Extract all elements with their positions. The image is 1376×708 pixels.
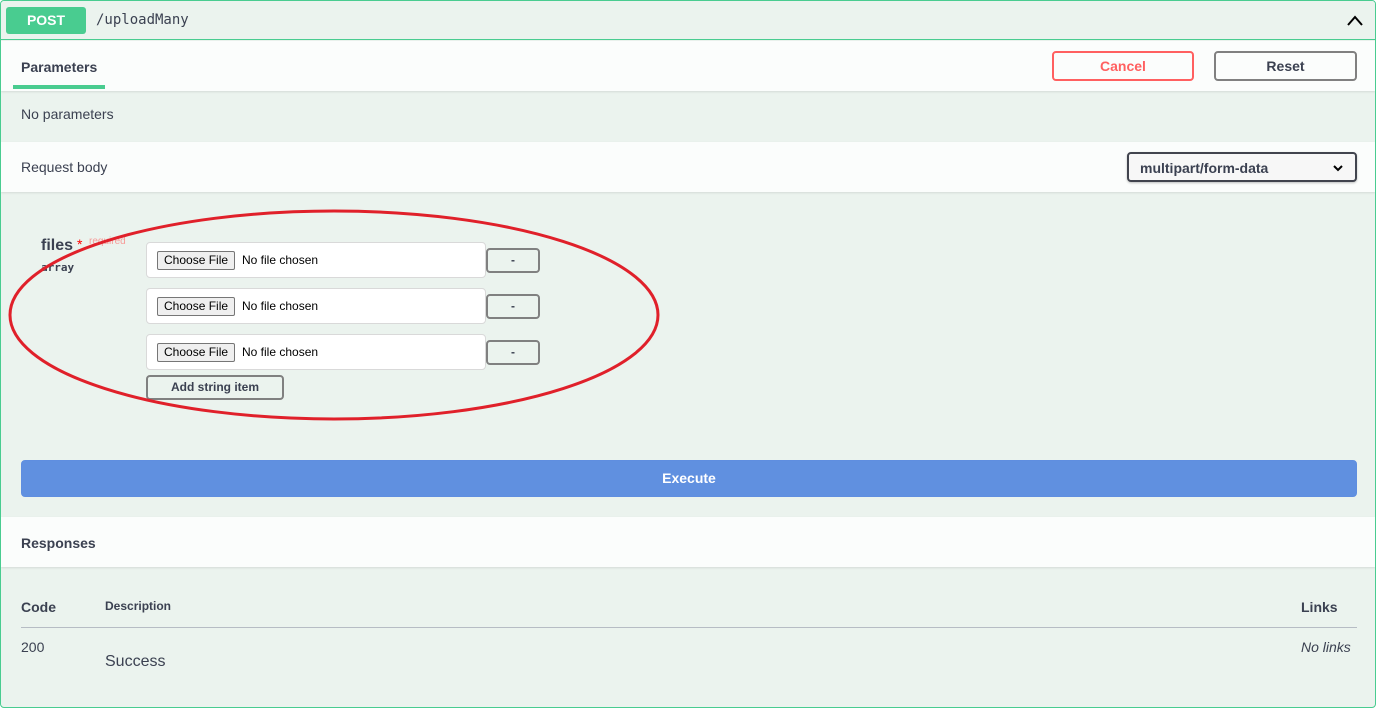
column-header-code: Code bbox=[21, 599, 56, 615]
tab-parameters-label: Parameters bbox=[21, 59, 98, 75]
chevron-down-icon bbox=[1333, 165, 1343, 172]
no-parameters-text: No parameters bbox=[21, 106, 114, 122]
param-name: files bbox=[41, 237, 74, 254]
execute-button[interactable]: Execute bbox=[21, 460, 1357, 497]
parameters-header: Parameters Cancel Reset bbox=[1, 41, 1375, 91]
file-input-row: Choose File No file chosen bbox=[146, 334, 486, 370]
file-status: No file chosen bbox=[242, 299, 319, 313]
remove-item-button[interactable]: - bbox=[486, 294, 540, 319]
request-body-header: Request body multipart/form-data bbox=[1, 142, 1375, 192]
tab-parameters[interactable]: Parameters bbox=[13, 41, 105, 89]
reset-button[interactable]: Reset bbox=[1214, 51, 1357, 81]
file-input-row: Choose File No file chosen bbox=[146, 242, 486, 278]
content-type-select[interactable]: multipart/form-data bbox=[1127, 152, 1357, 182]
operation-block: POST /uploadMany Parameters Cancel Reset… bbox=[0, 0, 1376, 708]
column-header-description: Description bbox=[105, 599, 172, 613]
choose-file-button[interactable]: Choose File bbox=[157, 251, 236, 270]
add-string-item-button[interactable]: Add string item bbox=[146, 375, 284, 400]
method-badge: POST bbox=[6, 7, 86, 34]
request-body-label: Request body bbox=[21, 159, 108, 175]
remove-item-button[interactable]: - bbox=[486, 248, 540, 273]
column-header-links: Links bbox=[1301, 599, 1338, 615]
cancel-button[interactable]: Cancel bbox=[1052, 51, 1194, 81]
file-status: No file chosen bbox=[242, 253, 319, 267]
responses-label: Responses bbox=[21, 535, 96, 551]
table-divider bbox=[21, 627, 1357, 628]
response-description: Success bbox=[105, 653, 166, 670]
operation-path: /uploadMany bbox=[96, 12, 189, 28]
choose-file-button[interactable]: Choose File bbox=[157, 343, 236, 362]
content-type-value: multipart/form-data bbox=[1140, 160, 1269, 176]
file-status: No file chosen bbox=[242, 345, 319, 359]
remove-item-button[interactable]: - bbox=[486, 340, 540, 365]
param-type: array bbox=[41, 261, 75, 274]
operation-summary[interactable]: POST /uploadMany bbox=[1, 1, 1375, 40]
required-label: required bbox=[89, 236, 126, 247]
choose-file-button[interactable]: Choose File bbox=[157, 297, 236, 316]
required-marker: * bbox=[77, 236, 83, 252]
response-code: 200 bbox=[21, 639, 45, 655]
chevron-up-icon[interactable] bbox=[1345, 11, 1365, 31]
file-input-row: Choose File No file chosen bbox=[146, 288, 486, 324]
response-links: No links bbox=[1301, 639, 1351, 655]
responses-header: Responses bbox=[1, 517, 1375, 567]
